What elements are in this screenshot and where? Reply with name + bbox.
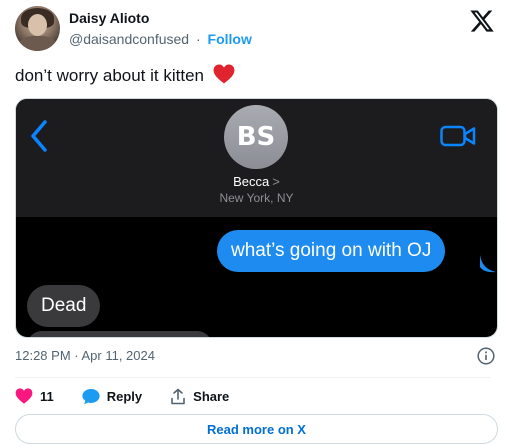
info-icon[interactable] [477,347,495,365]
contact-name-row: Becca > [16,174,497,189]
heart-icon [15,388,33,404]
imessage-header: BS Becca > New York, NY [16,99,497,217]
contact-location: New York, NY [219,191,294,205]
share-button[interactable]: Share [170,388,229,405]
reply-button[interactable]: Reply [82,388,142,405]
contact-chevron: > [272,174,280,189]
tweet-card: Daisy Alioto @daisandconfused · Follow d… [0,0,506,448]
action-bar: 11 Reply Share [15,386,257,406]
follow-button[interactable]: Follow [208,31,252,47]
tweet-media-image[interactable]: BS Becca > New York, NY what’s going on w… [15,98,498,338]
divider [15,377,491,378]
author-handle-row: @daisandconfused · Follow [69,31,252,47]
x-logo-icon[interactable] [469,8,495,34]
video-camera-icon [440,125,476,147]
author-avatar[interactable] [15,6,60,51]
reply-label: Reply [106,388,143,404]
contact-name: Becca [233,174,270,189]
contact-avatar: BS [224,105,288,169]
reply-bubble-icon [82,388,100,404]
back-chevron-icon [31,120,47,152]
share-icon [171,388,185,404]
read-more-button[interactable]: Read more on X [15,414,498,444]
tweet-text: don’t worry about it kitten [15,64,235,86]
tweet-timestamp[interactable]: 12:28 PM · Apr 11, 2024 [15,348,155,363]
outgoing-message-bubble: what’s going on with OJ [217,230,446,272]
incoming-message-bubble: Dead [27,285,101,327]
like-count: 11 [40,388,54,404]
outgoing-bubble-tail [480,255,496,273]
red-heart-emoji-icon [213,64,235,84]
separator-dot: · [195,31,201,47]
share-label: Share [193,388,230,404]
tweet-text-content: don’t worry about it kitten [15,66,204,85]
author-handle[interactable]: @daisandconfused [69,31,189,47]
incoming-message-bubble-partial [27,331,212,337]
like-button[interactable]: 11 [15,388,54,404]
author-name[interactable]: Daisy Alioto [69,10,149,26]
